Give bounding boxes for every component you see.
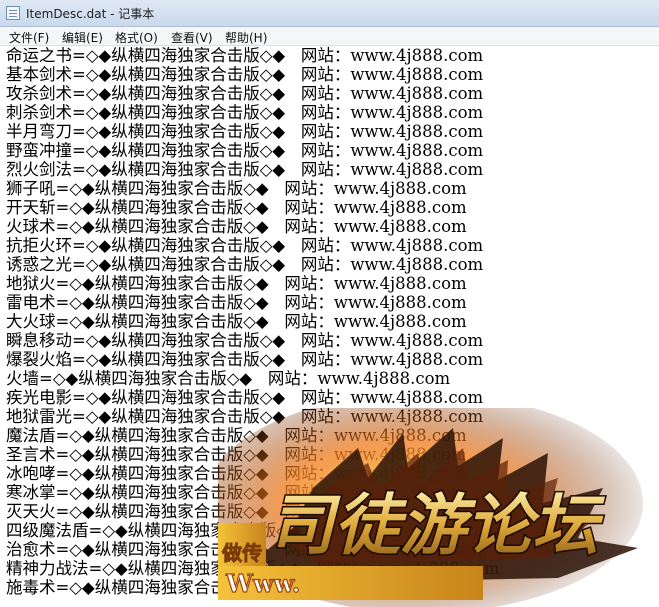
notepad-icon xyxy=(6,6,20,20)
text-line: 刺杀剑术=◇◆纵横四海独家合击版◇◆ 网站：www.4j888.com xyxy=(6,103,484,122)
text-line: 地狱雷光=◇◆纵横四海独家合击版◇◆ 网站：www.4j888.com xyxy=(6,407,484,426)
text-line: 圣言术=◇◆纵横四海独家合击版◇◆ 网站：www.4j888.com xyxy=(6,445,467,464)
text-line: 诱惑之光=◇◆纵横四海独家合击版◇◆ 网站：www.4j888.com xyxy=(6,255,484,274)
text-editor-area[interactable]: 命运之书=◇◆纵横四海独家合击版◇◆ 网站：www.4j888.com 基本剑术… xyxy=(0,46,659,607)
menu-view[interactable]: 查看(V) xyxy=(171,29,213,46)
text-line: 野蛮冲撞=◇◆纵横四海独家合击版◇◆ 网站：www.4j888.com xyxy=(6,141,484,160)
window-title: ItemDesc.dat - 记事本 xyxy=(26,7,155,21)
text-line: 施毒术=◇◆纵横四海独家合击版◇◆ 网站：www.4j888.com xyxy=(6,578,467,597)
text-line: 四级魔法盾=◇◆纵横四海独家合击版◇◆ 网站：www.4j888.com xyxy=(6,521,500,540)
menu-format[interactable]: 格式(O) xyxy=(115,29,158,46)
text-line: 寒冰掌=◇◆纵横四海独家合击版◇◆ 网站：www.4j888.com xyxy=(6,483,467,502)
text-line: 攻杀剑术=◇◆纵横四海独家合击版◇◆ 网站：www.4j888.com xyxy=(6,84,484,103)
text-line: 狮子吼=◇◆纵横四海独家合击版◇◆ 网站：www.4j888.com xyxy=(6,179,467,198)
text-line: 灭天火=◇◆纵横四海独家合击版◇◆ 网站：www.4j888.com xyxy=(6,502,467,521)
text-line: 开天斩=◇◆纵横四海独家合击版◇◆ 网站：www.4j888.com xyxy=(6,198,467,217)
text-line: 地狱火=◇◆纵横四海独家合击版◇◆ 网站：www.4j888.com xyxy=(6,274,467,293)
text-line: 精神力战法=◇◆纵横四海独家合击版◇◆ 网站：www.4j888.com xyxy=(6,559,500,578)
text-line: 瞬息移动=◇◆纵横四海独家合击版◇◆ 网站：www.4j888.com xyxy=(6,331,484,350)
text-line: 雷电术=◇◆纵横四海独家合击版◇◆ 网站：www.4j888.com xyxy=(6,293,467,312)
menu-bar: 文件(F) 编辑(E) 格式(O) 查看(V) 帮助(H) xyxy=(0,27,659,46)
text-line: 大火球=◇◆纵横四海独家合击版◇◆ 网站：www.4j888.com xyxy=(6,312,467,331)
text-line: 火球术=◇◆纵横四海独家合击版◇◆ 网站：www.4j888.com xyxy=(6,217,467,236)
text-line: 疾光电影=◇◆纵横四海独家合击版◇◆ 网站：www.4j888.com xyxy=(6,388,484,407)
text-line: 基本剑术=◇◆纵横四海独家合击版◇◆ 网站：www.4j888.com xyxy=(6,65,484,84)
menu-edit[interactable]: 编辑(E) xyxy=(62,29,103,46)
menu-file[interactable]: 文件(F) xyxy=(9,29,49,46)
text-line: 烈火剑法=◇◆纵横四海独家合击版◇◆ 网站：www.4j888.com xyxy=(6,160,484,179)
text-line: 冰咆哮=◇◆纵横四海独家合击版◇◆ 网站：www.4j888.com xyxy=(6,464,467,483)
menu-help[interactable]: 帮助(H) xyxy=(225,29,267,46)
text-line: 半月弯刀=◇◆纵横四海独家合击版◇◆ 网站：www.4j888.com xyxy=(6,122,484,141)
text-line: 抗拒火环=◇◆纵横四海独家合击版◇◆ 网站：www.4j888.com xyxy=(6,236,484,255)
title-bar: ItemDesc.dat - 记事本 xyxy=(0,0,659,27)
text-line: 爆裂火焰=◇◆纵横四海独家合击版◇◆ 网站：www.4j888.com xyxy=(6,350,484,369)
text-line: 魔法盾=◇◆纵横四海独家合击版◇◆ 网站：www.4j888.com xyxy=(6,426,467,445)
text-line: 命运之书=◇◆纵横四海独家合击版◇◆ 网站：www.4j888.com xyxy=(6,46,484,65)
text-line: 火墙=◇◆纵横四海独家合击版◇◆ 网站：www.4j888.com xyxy=(6,369,451,388)
text-line: 治愈术=◇◆纵横四海独家合击版◇◆ 网站：www.4j888.com xyxy=(6,540,467,559)
